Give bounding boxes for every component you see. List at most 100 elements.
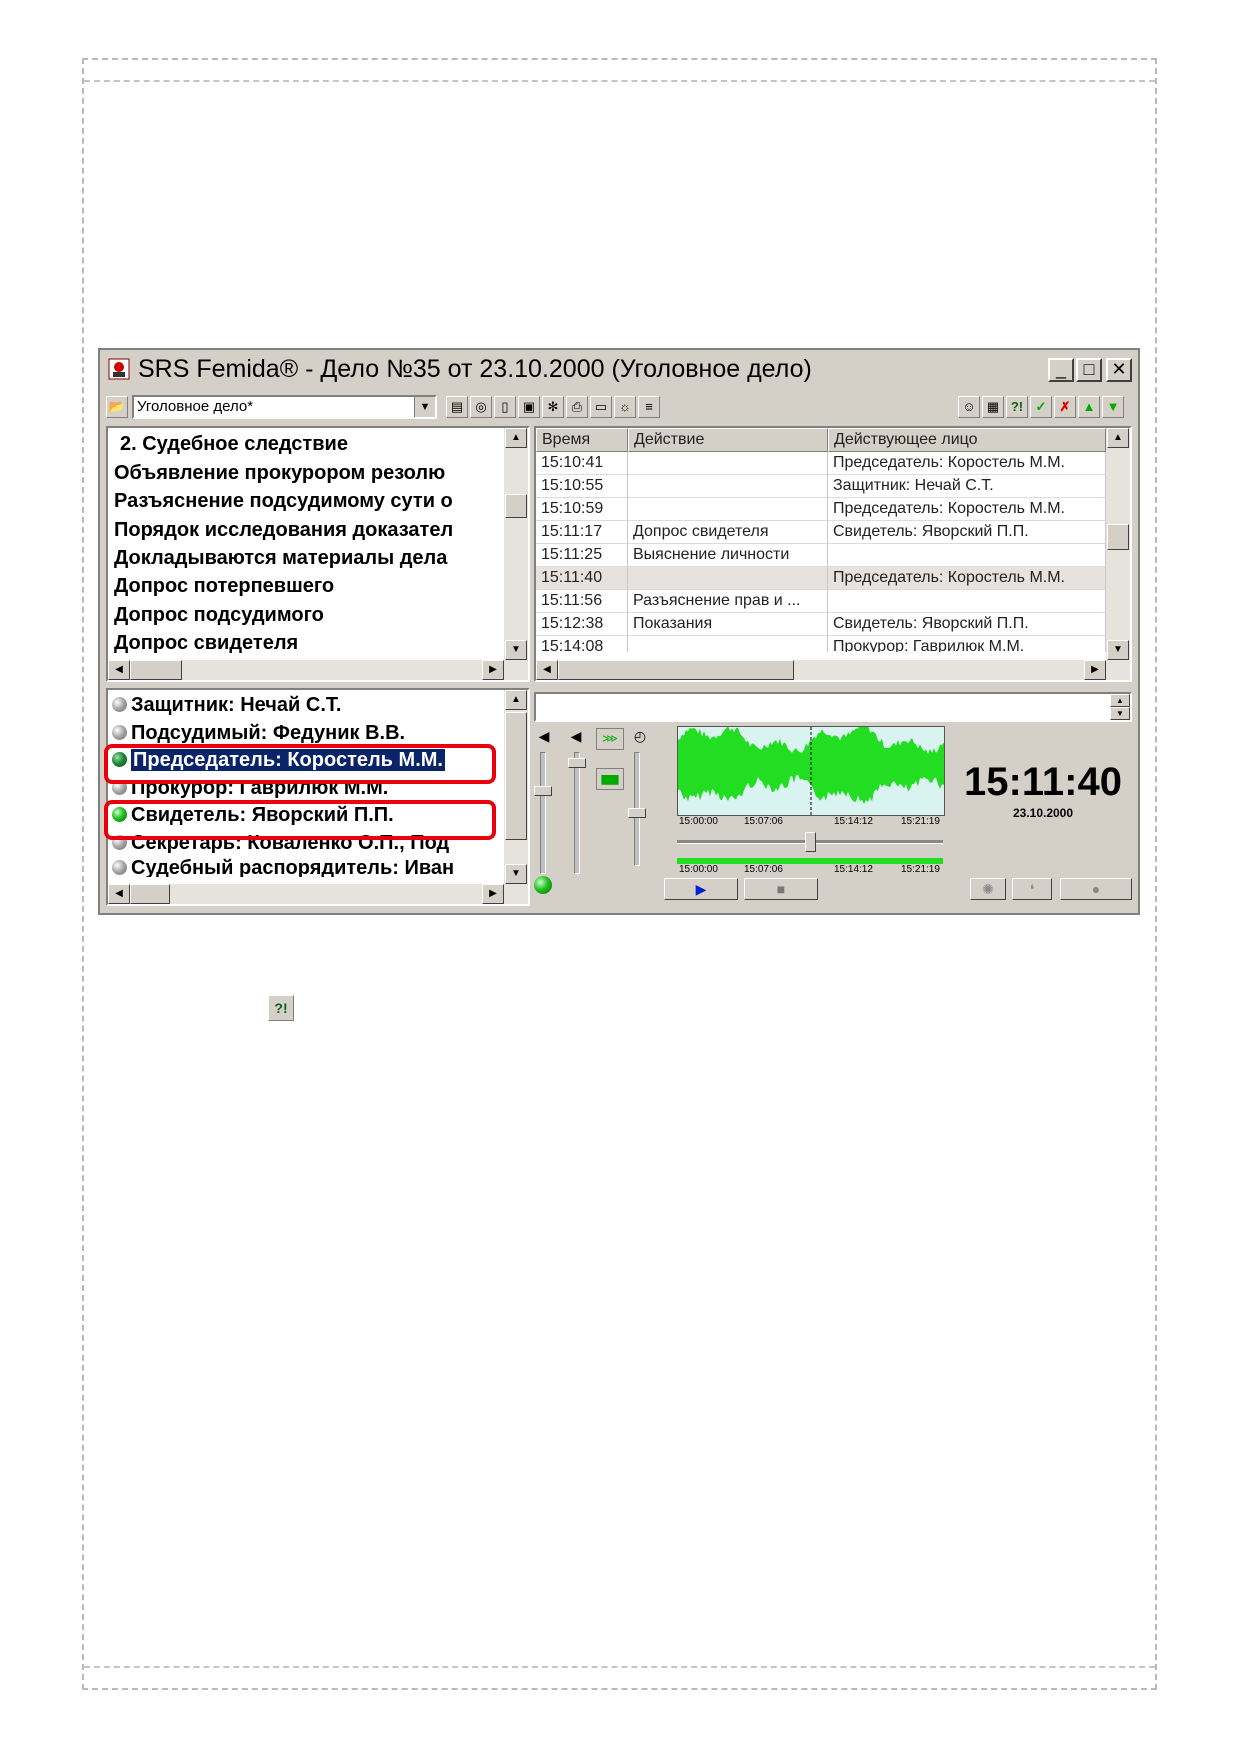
table-row[interactable]: 15:10:59 Председатель: Коростель М.М. bbox=[536, 498, 1106, 521]
timeline-tick: 15:14:12 bbox=[834, 816, 873, 827]
scroll-right-arrow-icon[interactable]: ▶ bbox=[482, 884, 504, 904]
agenda-hscroll[interactable]: ◀ ▶ bbox=[108, 660, 528, 680]
agenda-vscroll[interactable]: ▲ ▼ bbox=[504, 428, 528, 660]
channel-volume-track[interactable] bbox=[574, 752, 580, 874]
master-volume-track[interactable] bbox=[540, 752, 546, 874]
open-folder-icon[interactable]: 📂 bbox=[106, 396, 128, 418]
settings-icon[interactable]: ✻ bbox=[542, 396, 564, 418]
scroll-down-arrow-icon[interactable]: ▼ bbox=[1107, 640, 1129, 660]
minimize-button[interactable]: _ bbox=[1048, 358, 1074, 382]
app-icon bbox=[108, 358, 130, 380]
ear-icon[interactable]: ❛ bbox=[1012, 878, 1052, 900]
note-input[interactable]: ▲ ▼ bbox=[534, 692, 1132, 722]
monitor-eye-icon[interactable]: ✺ bbox=[970, 878, 1006, 900]
event-log-hscroll[interactable]: ◀ ▶ bbox=[536, 660, 1130, 680]
agenda-item[interactable]: Порядок исследования доказател bbox=[114, 519, 453, 542]
agenda-item[interactable]: Объявление прокурором резолю bbox=[114, 462, 445, 485]
agenda-item[interactable]: Допрос подсудимого bbox=[114, 604, 324, 627]
cell-time: 15:11:40 bbox=[536, 567, 628, 590]
record-button[interactable]: ● bbox=[1060, 878, 1132, 900]
speaker-icon[interactable]: ◀ bbox=[534, 726, 554, 746]
spin-up-icon[interactable]: ▲ bbox=[1110, 694, 1130, 707]
table-row[interactable]: 15:11:25 Выяснение личности bbox=[536, 544, 1106, 567]
agenda-item[interactable]: Допрос свидетеля bbox=[114, 632, 298, 655]
participants-icon[interactable]: ☺ bbox=[958, 396, 980, 418]
database-icon[interactable]: ≡ bbox=[638, 396, 660, 418]
table-row[interactable]: 15:14:08 Прокурор: Гаврилюк М.М. bbox=[536, 636, 1106, 652]
record-level-icon[interactable]: ⋙ bbox=[596, 728, 624, 750]
document-list-icon[interactable]: ▤ bbox=[446, 396, 468, 418]
participant-item[interactable]: Подсудимый: Федуник В.В. bbox=[112, 720, 405, 746]
arrow-down-icon[interactable]: ▼ bbox=[1102, 396, 1124, 418]
grid-icon[interactable]: ▦ bbox=[982, 396, 1004, 418]
agenda-item[interactable]: 2. Судебное следствие bbox=[120, 433, 348, 456]
scroll-thumb[interactable] bbox=[130, 660, 182, 680]
table-row[interactable]: 15:11:17 Допрос свидетеля Свидетель: Яво… bbox=[536, 521, 1106, 544]
search-document-icon[interactable]: ◎ bbox=[470, 396, 492, 418]
scroll-up-arrow-icon[interactable]: ▲ bbox=[1107, 428, 1129, 448]
participant-item[interactable]: Судебный распорядитель: Иван bbox=[112, 855, 454, 877]
column-header-time[interactable]: Время bbox=[536, 428, 628, 452]
cell-person: Защитник: Нечай С.Т. bbox=[828, 475, 1106, 498]
scroll-down-arrow-icon[interactable]: ▼ bbox=[505, 864, 527, 884]
stop-button[interactable]: ■ bbox=[744, 878, 818, 900]
case-type-combo[interactable]: Уголовное дело* ▼ bbox=[132, 395, 437, 419]
agenda-item[interactable]: Допрос потерпевшего bbox=[114, 575, 334, 598]
question-icon[interactable]: ?! bbox=[1006, 396, 1028, 418]
scroll-up-arrow-icon[interactable]: ▲ bbox=[505, 428, 527, 448]
table-row[interactable]: 15:10:41 Председатель: Коростель М.М. bbox=[536, 452, 1106, 475]
participants-hscroll[interactable]: ◀ ▶ bbox=[108, 884, 528, 904]
scroll-thumb[interactable] bbox=[130, 884, 170, 904]
participant-item[interactable]: Защитник: Нечай С.Т. bbox=[112, 692, 341, 718]
title-bar: SRS Femida® - Дело №35 от 23.10.2000 (Уг… bbox=[102, 352, 1136, 386]
print-icon[interactable]: ⎙ bbox=[566, 396, 588, 418]
table-row-selected[interactable]: 15:11:40 Председатель: Коростель М.М. bbox=[536, 567, 1106, 590]
spin-down-icon[interactable]: ▼ bbox=[1110, 707, 1130, 720]
timer-icon[interactable]: ◴ bbox=[630, 726, 650, 746]
scroll-left-arrow-icon[interactable]: ◀ bbox=[536, 660, 558, 680]
scroll-left-arrow-icon[interactable]: ◀ bbox=[108, 884, 130, 904]
maximize-button[interactable]: □ bbox=[1076, 358, 1102, 382]
lightbulb-icon[interactable]: ☼ bbox=[614, 396, 636, 418]
scroll-right-arrow-icon[interactable]: ▶ bbox=[482, 660, 504, 680]
scroll-thumb[interactable] bbox=[558, 660, 794, 680]
scroll-down-arrow-icon[interactable]: ▼ bbox=[505, 640, 527, 660]
master-volume-knob[interactable] bbox=[534, 786, 552, 796]
column-header-person[interactable]: Действующее лицо bbox=[828, 428, 1106, 452]
scroll-right-arrow-icon[interactable]: ▶ bbox=[1084, 660, 1106, 680]
table-row[interactable]: 15:11:56 Разъяснение прав и ... bbox=[536, 590, 1106, 613]
speaker-mute-icon[interactable]: ◀ bbox=[566, 726, 586, 746]
participant-label: Защитник: Нечай С.Т. bbox=[131, 694, 342, 716]
cell-person: Председатель: Коростель М.М. bbox=[828, 567, 1106, 590]
close-button[interactable]: ✕ bbox=[1106, 358, 1132, 382]
waveform-display[interactable] bbox=[677, 726, 945, 816]
scroll-up-arrow-icon[interactable]: ▲ bbox=[505, 690, 527, 710]
scroll-left-arrow-icon[interactable]: ◀ bbox=[108, 660, 130, 680]
timeline-tick: 15:21:19 bbox=[901, 816, 940, 827]
arrow-up-icon[interactable]: ▲ bbox=[1078, 396, 1100, 418]
scanner-icon[interactable]: ▭ bbox=[590, 396, 612, 418]
scroll-thumb[interactable] bbox=[1107, 524, 1129, 550]
event-log-vscroll[interactable]: ▲ ▼ bbox=[1106, 428, 1130, 660]
cell-action bbox=[628, 498, 828, 521]
table-row[interactable]: 15:10:55 Защитник: Нечай С.Т. bbox=[536, 475, 1106, 498]
scroll-thumb[interactable] bbox=[505, 712, 527, 840]
play-button[interactable]: ▶ bbox=[664, 878, 738, 900]
agenda-item[interactable]: Разъяснение подсудимому сути о bbox=[114, 490, 453, 513]
save-icon[interactable]: ▣ bbox=[518, 396, 540, 418]
new-document-icon[interactable]: ▯ bbox=[494, 396, 516, 418]
delete-icon[interactable]: ✗ bbox=[1054, 396, 1076, 418]
window-title: SRS Femida® - Дело №35 от 23.10.2000 (Уг… bbox=[138, 355, 812, 383]
scroll-thumb[interactable] bbox=[505, 494, 527, 518]
agenda-item[interactable]: Докладываются материалы дела bbox=[114, 547, 447, 570]
speed-knob[interactable] bbox=[628, 808, 646, 818]
channel-volume-knob[interactable] bbox=[568, 758, 586, 768]
equalizer-icon[interactable]: ▆▆ bbox=[596, 768, 624, 790]
position-slider-knob[interactable] bbox=[805, 832, 816, 852]
column-header-action[interactable]: Действие bbox=[628, 428, 828, 452]
table-row[interactable]: 15:12:38 Показания Свидетель: Яворский П… bbox=[536, 613, 1106, 636]
main-toolbar: 📂 Уголовное дело* ▼ ▤ ◎ ▯ ▣ ✻ ⎙ ▭ ☼ ≡ ☺ … bbox=[102, 392, 1136, 422]
participants-vscroll[interactable]: ▲ ▼ bbox=[504, 690, 528, 884]
chevron-down-icon[interactable]: ▼ bbox=[414, 397, 435, 417]
check-icon[interactable]: ✓ bbox=[1030, 396, 1052, 418]
